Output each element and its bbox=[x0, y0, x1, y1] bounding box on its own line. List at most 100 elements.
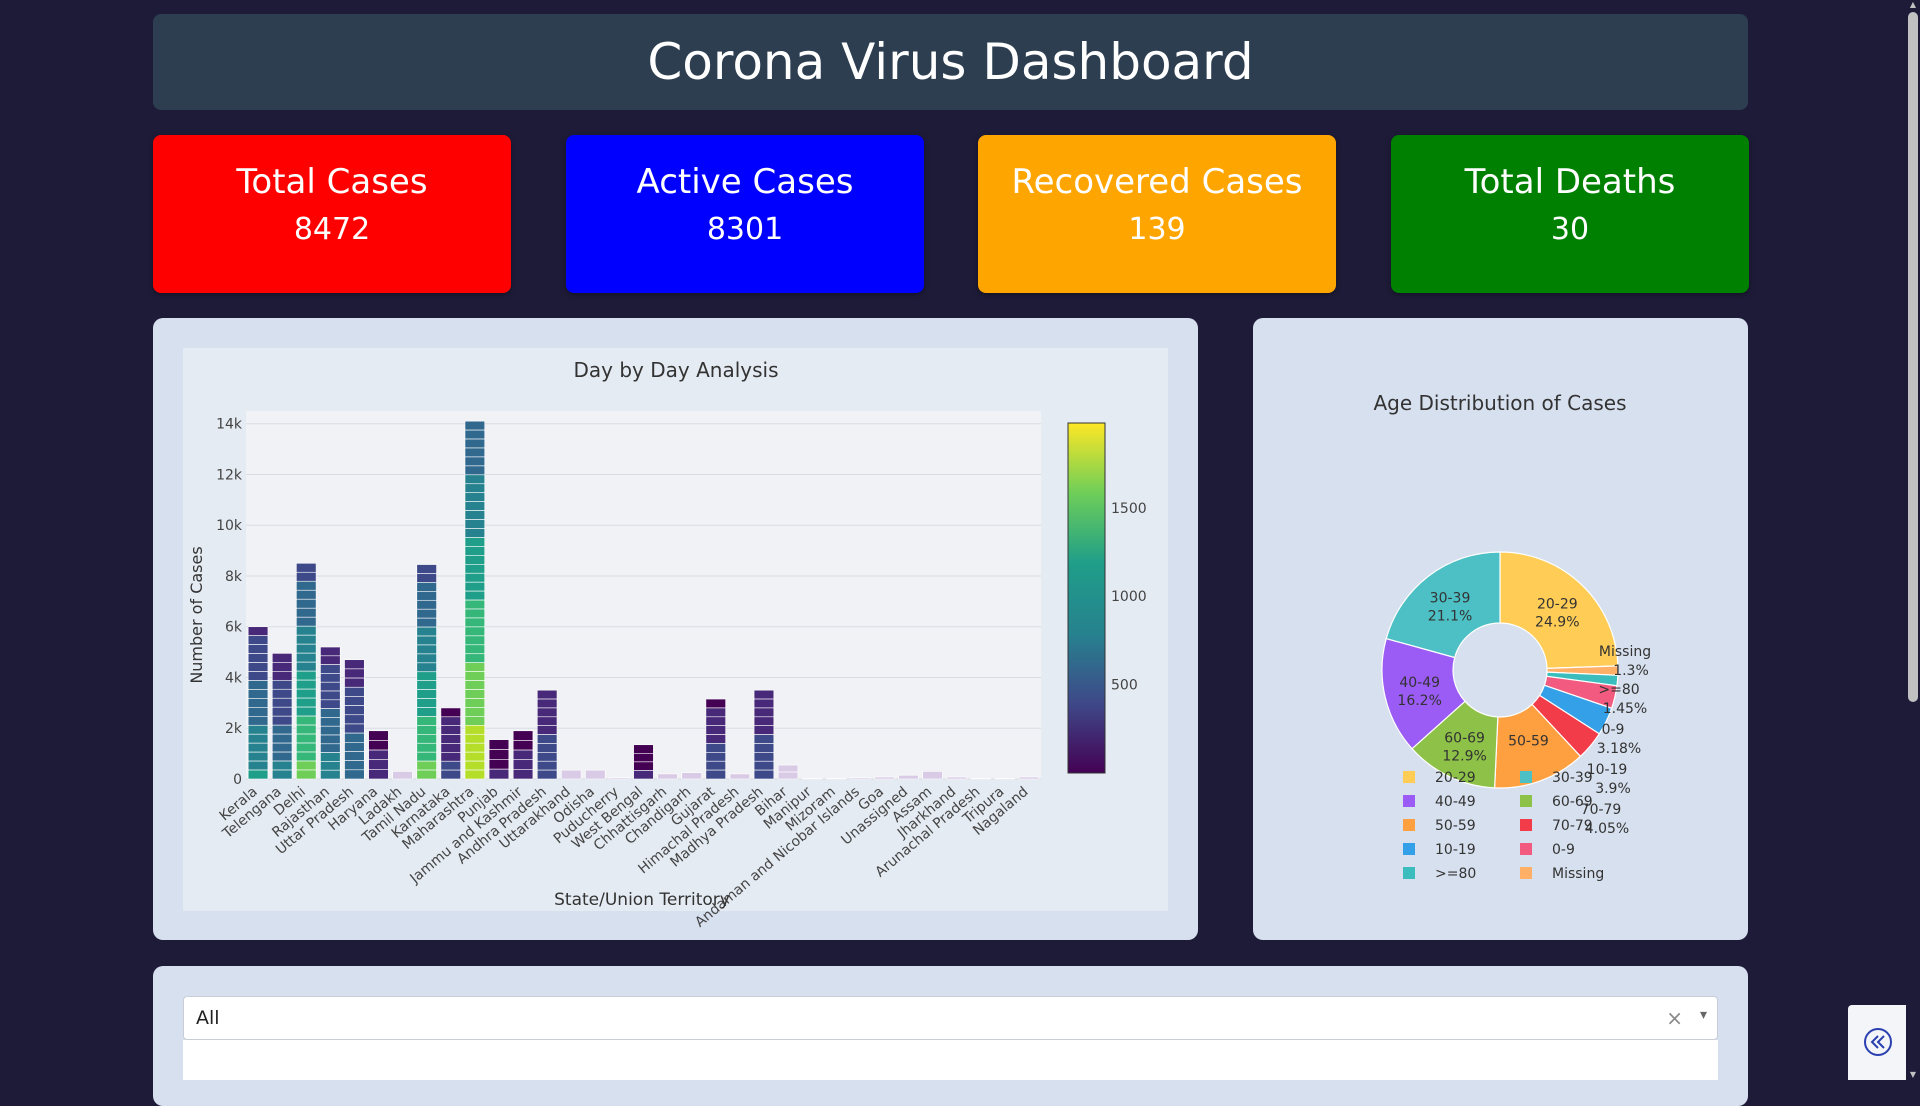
bar-segment bbox=[320, 725, 341, 736]
bar-segment bbox=[247, 626, 269, 636]
bar-segment bbox=[247, 680, 269, 690]
bar-segment bbox=[705, 769, 726, 780]
slice-percent: 1.45% bbox=[1603, 701, 1647, 717]
bar-segment bbox=[368, 749, 389, 761]
bar[interactable] bbox=[801, 778, 823, 780]
scroll-thumb[interactable] bbox=[1908, 12, 1918, 702]
bar[interactable] bbox=[753, 689, 775, 780]
bar[interactable] bbox=[464, 420, 486, 780]
bar[interactable] bbox=[296, 562, 317, 780]
legend-label[interactable]: 70-79 bbox=[1552, 818, 1593, 834]
legend-label[interactable]: 10-19 bbox=[1435, 842, 1476, 858]
bar-segment bbox=[296, 706, 317, 717]
bar[interactable] bbox=[512, 730, 534, 780]
bar-segment bbox=[464, 733, 486, 744]
bar[interactable] bbox=[874, 776, 895, 780]
bar-segment bbox=[440, 743, 461, 753]
bar-segment bbox=[271, 769, 293, 780]
bar-segment bbox=[247, 769, 269, 780]
legend-label[interactable]: >=80 bbox=[1435, 866, 1476, 882]
bar-segment bbox=[609, 777, 630, 780]
legend-label[interactable]: Missing bbox=[1552, 866, 1604, 882]
bar-segment bbox=[247, 698, 269, 708]
bar-segment bbox=[416, 760, 437, 771]
bar-segment bbox=[416, 725, 437, 735]
bar-segment bbox=[247, 707, 269, 717]
collapse-button[interactable] bbox=[1848, 1005, 1906, 1080]
bar-segment bbox=[464, 760, 486, 771]
state-dropdown[interactable]: All × ▾ bbox=[183, 996, 1718, 1040]
bar[interactable] bbox=[247, 626, 269, 780]
bar-segment bbox=[488, 768, 510, 780]
bar-segment bbox=[464, 599, 486, 610]
card-title: Recovered Cases bbox=[1011, 162, 1303, 202]
bar[interactable] bbox=[585, 769, 606, 780]
bar[interactable] bbox=[536, 689, 558, 780]
legend-swatch bbox=[1520, 795, 1532, 807]
legend-label[interactable]: 0-9 bbox=[1552, 842, 1575, 858]
legend-label[interactable]: 20-29 bbox=[1435, 770, 1476, 786]
bar-segment bbox=[464, 483, 486, 494]
bar[interactable] bbox=[681, 772, 702, 780]
bar[interactable] bbox=[970, 778, 991, 780]
bar[interactable] bbox=[344, 659, 365, 780]
legend-label[interactable]: 50-59 bbox=[1435, 818, 1476, 834]
card-value: 139 bbox=[1128, 212, 1186, 247]
colorbar-tick-label: 1000 bbox=[1111, 589, 1147, 605]
bar-segment bbox=[320, 761, 341, 771]
bar[interactable] bbox=[922, 771, 943, 780]
double-chevron-left-icon bbox=[1864, 1028, 1892, 1056]
slice-percent: 1.3% bbox=[1613, 663, 1649, 679]
dropdown-menu bbox=[183, 1040, 1718, 1080]
bar-segment bbox=[416, 742, 437, 753]
bar[interactable] bbox=[946, 776, 967, 780]
page-scrollbar[interactable]: ▲ ▼ bbox=[1906, 0, 1920, 1080]
bar[interactable] bbox=[416, 564, 437, 780]
bar-segment bbox=[296, 670, 317, 681]
bar[interactable] bbox=[561, 769, 582, 780]
bar-segment bbox=[247, 635, 269, 645]
bar-segment bbox=[464, 429, 486, 440]
bar[interactable] bbox=[320, 646, 341, 780]
bar[interactable] bbox=[271, 653, 293, 780]
clear-icon[interactable]: × bbox=[1666, 1006, 1683, 1030]
legend-label[interactable]: 60-69 bbox=[1552, 794, 1593, 810]
bar[interactable] bbox=[440, 707, 461, 780]
bar[interactable] bbox=[994, 778, 1016, 780]
scroll-up-icon[interactable]: ▲ bbox=[1908, 0, 1918, 10]
bar-segment bbox=[247, 671, 269, 681]
bar-segment bbox=[368, 769, 389, 780]
bar[interactable] bbox=[705, 698, 726, 780]
bar[interactable] bbox=[609, 777, 630, 780]
slice-label: Missing bbox=[1599, 644, 1651, 660]
bar[interactable] bbox=[729, 773, 751, 780]
bar-segment bbox=[296, 751, 317, 762]
y-axis-label: Number of Cases bbox=[187, 546, 206, 683]
bar[interactable] bbox=[633, 744, 654, 780]
bar-segment bbox=[344, 751, 365, 761]
legend-label[interactable]: 30-39 bbox=[1552, 770, 1593, 786]
slice-percent: 21.1% bbox=[1428, 608, 1472, 624]
chevron-down-icon[interactable]: ▾ bbox=[1700, 1007, 1707, 1023]
bar[interactable] bbox=[826, 778, 847, 780]
bar-segment bbox=[705, 725, 726, 735]
bar-segment bbox=[536, 752, 558, 762]
bar[interactable] bbox=[777, 764, 799, 780]
bar-segment bbox=[320, 681, 341, 692]
bar[interactable] bbox=[657, 773, 678, 780]
bar-segment bbox=[705, 698, 726, 709]
bar-segment bbox=[320, 708, 341, 718]
bar-segment bbox=[753, 725, 775, 735]
bar[interactable] bbox=[368, 730, 389, 780]
bar[interactable] bbox=[850, 777, 871, 780]
bar[interactable] bbox=[488, 739, 510, 780]
slice-label: 30-39 bbox=[1430, 590, 1471, 606]
bar-segment bbox=[344, 760, 365, 771]
bar[interactable] bbox=[898, 774, 919, 780]
bar[interactable] bbox=[392, 771, 413, 780]
legend-label[interactable]: 40-49 bbox=[1435, 794, 1476, 810]
bar-segment bbox=[946, 776, 967, 780]
bar[interactable] bbox=[1018, 776, 1040, 780]
scroll-down-icon[interactable]: ▼ bbox=[1908, 1070, 1918, 1080]
bar-segment bbox=[416, 599, 437, 610]
